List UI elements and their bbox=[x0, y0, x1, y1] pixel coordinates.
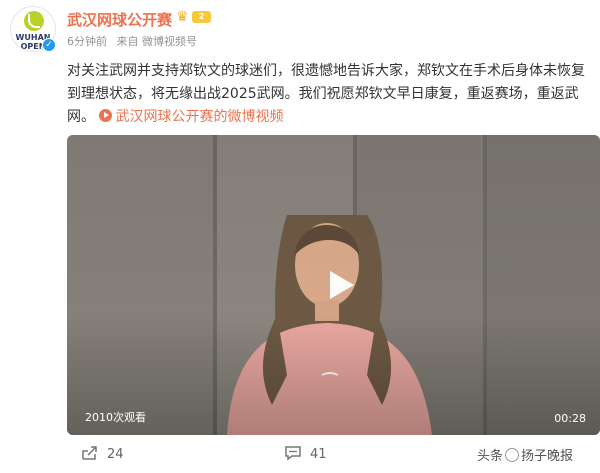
crown-icon: ♛ bbox=[176, 9, 189, 25]
share-icon bbox=[82, 446, 97, 460]
link-play-icon bbox=[99, 109, 113, 122]
share-count: 24 bbox=[107, 447, 124, 462]
video-link-label: 武汉网球公开赛的微博视频 bbox=[115, 109, 284, 125]
watermark: 头条 扬子晚报 bbox=[477, 445, 573, 464]
watermark-prefix: 头条 bbox=[477, 449, 504, 464]
watermark-name: 扬子晚报 bbox=[521, 449, 574, 464]
share-button[interactable]: 24 bbox=[81, 444, 124, 466]
video-duration: 00:28 bbox=[554, 412, 586, 425]
member-badge[interactable]: 2 bbox=[192, 11, 211, 23]
post-source: 来自 微博视频号 bbox=[116, 35, 198, 48]
post-meta: 6分钟前 来自 微博视频号 bbox=[67, 33, 203, 49]
post-text: 对关注武网并支持郑钦文的球迷们，很遗憾地告诉大家，郑钦文在手术后身体未恢复到理想… bbox=[67, 60, 595, 129]
tennis-ball-logo bbox=[24, 11, 44, 31]
watermark-logo-icon bbox=[505, 448, 520, 462]
post-time[interactable]: 6分钟前 bbox=[67, 35, 107, 48]
comment-count: 41 bbox=[310, 447, 327, 462]
video-player[interactable]: 2010次观看 00:28 bbox=[67, 135, 600, 435]
comment-icon bbox=[285, 446, 301, 461]
play-icon[interactable] bbox=[316, 263, 360, 307]
verified-icon: ✓ bbox=[42, 38, 56, 52]
video-views: 2010次观看 bbox=[85, 411, 146, 424]
comment-button[interactable]: 41 bbox=[284, 444, 327, 466]
account-name[interactable]: 武汉网球公开赛 bbox=[67, 9, 172, 30]
video-link[interactable]: 武汉网球公开赛的微博视频 bbox=[99, 109, 283, 125]
